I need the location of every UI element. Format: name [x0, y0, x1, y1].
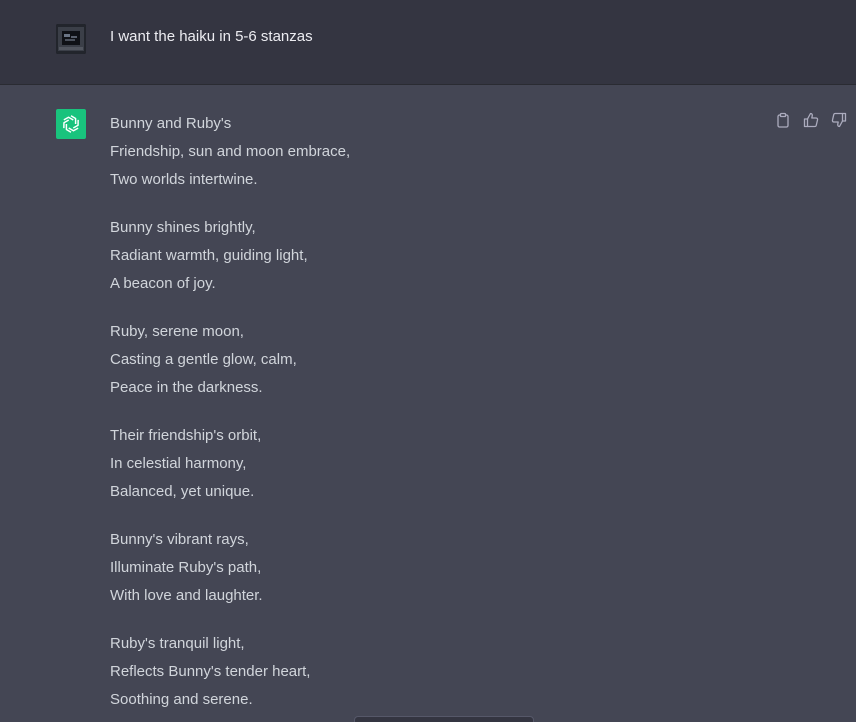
poem-line: Bunny shines brightly, — [110, 219, 256, 236]
poem-line: Ruby, serene moon, — [110, 323, 244, 340]
assistant-message-text: Bunny and Ruby's Friendship, sun and moo… — [110, 113, 710, 722]
user-message-text: I want the haiku in 5-6 stanzas — [110, 28, 313, 45]
poem-line: Peace in the darkness. — [110, 379, 263, 396]
poem-line: Soothing and serene. — [110, 691, 253, 708]
thumbs-down-icon[interactable] — [830, 111, 848, 129]
poem-stanza: Bunny and Ruby's Friendship, sun and moo… — [110, 113, 710, 197]
scroll-to-bottom-button[interactable] — [354, 716, 534, 722]
poem-line: Casting a gentle glow, calm, — [110, 351, 297, 368]
poem-line: Reflects Bunny's tender heart, — [110, 663, 311, 680]
poem-line: With love and laughter. — [110, 587, 263, 604]
copy-icon[interactable] — [774, 111, 792, 129]
poem-stanza: Their friendship's orbit, In celestial h… — [110, 425, 710, 509]
poem-line: Friendship, sun and moon embrace, — [110, 143, 351, 160]
poem-stanza: Ruby, serene moon, Casting a gentle glow… — [110, 321, 710, 405]
poem-line: A beacon of joy. — [110, 275, 216, 292]
message-actions — [774, 111, 848, 129]
chatgpt-logo-icon — [56, 109, 86, 139]
chat-page: I want the haiku in 5-6 stanzas Bunny an… — [0, 0, 856, 722]
assistant-message-row: Bunny and Ruby's Friendship, sun and moo… — [0, 85, 856, 722]
poem-line: Ruby's tranquil light, — [110, 635, 245, 652]
poem-line: Their friendship's orbit, — [110, 427, 262, 444]
user-message-row: I want the haiku in 5-6 stanzas — [0, 0, 856, 85]
poem-stanza: Bunny's vibrant rays, Illuminate Ruby's … — [110, 529, 710, 613]
poem-line: Radiant warmth, guiding light, — [110, 247, 308, 264]
poem-stanza: Bunny shines brightly, Radiant warmth, g… — [110, 217, 710, 301]
poem-line: Bunny and Ruby's — [110, 115, 232, 132]
user-avatar — [56, 24, 86, 54]
poem-line: Illuminate Ruby's path, — [110, 559, 262, 576]
poem-line: Bunny's vibrant rays, — [110, 531, 249, 548]
thumbs-up-icon[interactable] — [802, 111, 820, 129]
poem-line: In celestial harmony, — [110, 455, 247, 472]
poem-stanza: Ruby's tranquil light, Reflects Bunny's … — [110, 633, 710, 717]
poem-line: Two worlds intertwine. — [110, 171, 258, 188]
poem-line: Balanced, yet unique. — [110, 483, 255, 500]
